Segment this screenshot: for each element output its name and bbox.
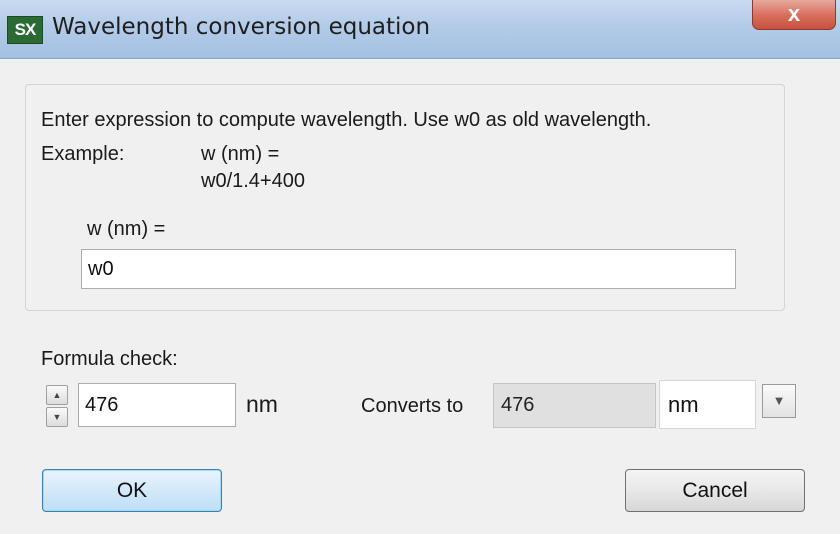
close-button[interactable]: x (752, 0, 836, 30)
input-unit-label: nm (246, 391, 278, 417)
app-logo-icon: SX (7, 16, 43, 44)
ok-button[interactable]: OK (42, 469, 222, 512)
instructions-text: Enter expression to compute wavelength. … (41, 109, 652, 131)
example-label: Example: (41, 143, 125, 165)
converts-to-label: Converts to (361, 395, 464, 417)
example-lhs: w (nm) = (201, 143, 280, 165)
chevron-down-icon[interactable]: ▼ (762, 384, 796, 418)
formula-check-label: Formula check: (41, 348, 178, 370)
expression-label: w (nm) = (87, 218, 166, 240)
test-wavelength-input[interactable] (78, 383, 236, 427)
cancel-button[interactable]: Cancel (625, 469, 805, 512)
result-unit-select[interactable]: nm (659, 380, 756, 429)
converted-result-field: 476 (493, 383, 656, 428)
example-formula: w0/1.4+400 (201, 170, 305, 192)
window-title: Wavelength conversion equation (52, 14, 431, 40)
spin-down-button[interactable]: ▼ (46, 407, 68, 427)
wavelength-spinner: ▲ ▼ (46, 385, 68, 429)
expression-input[interactable] (81, 249, 736, 289)
title-bar: SX Wavelength conversion equation x (0, 0, 840, 59)
spin-up-button[interactable]: ▲ (46, 385, 68, 405)
